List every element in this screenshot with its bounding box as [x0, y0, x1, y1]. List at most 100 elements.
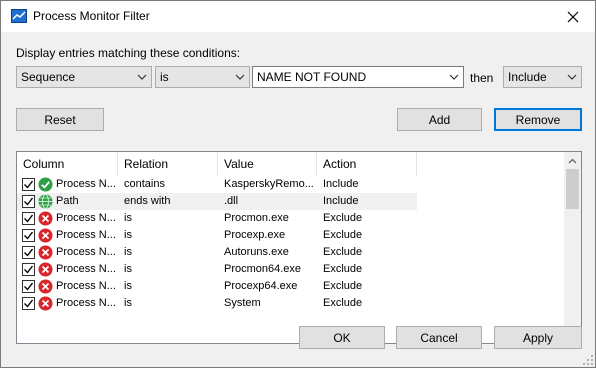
table-row[interactable]: Process N... is Autoruns.exe Exclude [17, 244, 565, 261]
cell-relation: is [124, 246, 132, 258]
conditions-label: Display entries matching these condition… [16, 46, 241, 60]
cell-relation: is [124, 280, 132, 292]
red-x-icon [38, 296, 53, 311]
row-checkbox[interactable] [22, 195, 35, 208]
column-header-column[interactable]: Column [17, 152, 118, 176]
filter-list[interactable]: Column Relation Value Action Process N..… [16, 151, 582, 344]
cell-action: Exclude [323, 280, 363, 292]
checkmark-icon [24, 197, 34, 206]
chevron-down-icon [137, 74, 147, 80]
add-button[interactable]: Add [397, 108, 482, 131]
value-combobox[interactable]: NAME NOT FOUND [252, 66, 464, 88]
checkmark-icon [24, 282, 34, 291]
column-select-value: Sequence [21, 70, 76, 84]
resize-grip-icon[interactable] [583, 355, 593, 365]
cell-value: Procexp.exe [224, 229, 286, 241]
row-checkbox[interactable] [22, 263, 35, 276]
red-x-icon [38, 262, 53, 277]
row-checkbox[interactable] [22, 280, 35, 293]
cell-action: Exclude [323, 212, 363, 224]
column-header-action[interactable]: Action [317, 152, 417, 176]
table-row[interactable]: Process N... contains KasperskyRemo... I… [17, 176, 565, 193]
cell-relation: is [124, 212, 132, 224]
table-row[interactable]: Process N... is Procmon.exe Exclude [17, 210, 565, 227]
green-check-icon [38, 177, 53, 192]
relation-select-value: is [160, 70, 169, 84]
cell-relation: is [124, 263, 132, 275]
close-icon [567, 11, 579, 22]
cell-column: Process N... [56, 246, 116, 258]
filter-dialog: Process Monitor Filter Display entries m… [0, 0, 596, 368]
checkmark-icon [24, 231, 34, 240]
cell-action: Include [323, 178, 359, 190]
cell-column: Process N... [56, 280, 116, 292]
cell-relation: contains [124, 178, 165, 190]
remove-button[interactable]: Remove [494, 108, 582, 131]
cell-action: Exclude [323, 263, 363, 275]
row-checkbox[interactable] [22, 212, 35, 225]
checkmark-icon [24, 265, 34, 274]
action-select[interactable]: Include [503, 66, 582, 88]
red-x-icon [38, 279, 53, 294]
window-title: Process Monitor Filter [33, 9, 150, 23]
close-button[interactable] [551, 1, 595, 32]
ok-button[interactable]: OK [299, 326, 385, 349]
cell-relation: ends with [124, 195, 171, 207]
cell-value: .dll [224, 195, 239, 207]
cell-value: Procexp64.exe [224, 280, 298, 292]
vertical-scrollbar[interactable] [564, 152, 581, 343]
column-header-value[interactable]: Value [218, 152, 317, 176]
green-globe-icon [38, 194, 53, 209]
cell-column: Process N... [56, 229, 116, 241]
chevron-down-icon [567, 74, 577, 80]
column-header-relation[interactable]: Relation [118, 152, 218, 176]
row-checkbox[interactable] [22, 246, 35, 259]
title-bar: Process Monitor Filter [1, 1, 595, 32]
table-row[interactable]: Process N... is Procexp64.exe Exclude [17, 278, 565, 295]
cell-value: KasperskyRemo... [224, 178, 314, 190]
process-monitor-icon [11, 9, 27, 23]
red-x-icon [38, 245, 53, 260]
action-select-value: Include [508, 70, 547, 84]
cell-column: Path [56, 195, 79, 207]
table-row[interactable]: Process N... is Procexp.exe Exclude [17, 227, 565, 244]
cell-column: Process N... [56, 263, 116, 275]
then-label: then [470, 71, 494, 85]
cell-action: Include [323, 195, 359, 207]
cell-relation: is [124, 229, 132, 241]
cell-value: System [224, 297, 261, 309]
table-row[interactable]: Process N... is System Exclude [17, 295, 565, 312]
table-row[interactable]: Path ends with .dll Include [17, 193, 565, 210]
list-header: Column Relation Value Action [17, 152, 565, 176]
cell-column: Process N... [56, 178, 116, 190]
column-select[interactable]: Sequence [16, 66, 152, 88]
checkmark-icon [24, 214, 34, 223]
red-x-icon [38, 211, 53, 226]
cell-value: Procmon.exe [224, 212, 289, 224]
cell-relation: is [124, 297, 132, 309]
checkmark-icon [24, 180, 34, 189]
row-checkbox[interactable] [22, 229, 35, 242]
cell-column: Process N... [56, 212, 116, 224]
row-checkbox[interactable] [22, 178, 35, 191]
chevron-up-icon [568, 158, 577, 163]
cell-action: Exclude [323, 229, 363, 241]
cancel-button[interactable]: Cancel [396, 326, 482, 349]
cell-value: Autoruns.exe [224, 246, 289, 258]
value-combobox-text[interactable]: NAME NOT FOUND [257, 70, 366, 84]
dialog-body: Display entries matching these condition… [1, 32, 595, 367]
cell-action: Exclude [323, 297, 363, 309]
cell-column: Process N... [56, 297, 116, 309]
cell-action: Exclude [323, 246, 363, 258]
reset-button[interactable]: Reset [16, 108, 104, 131]
table-row[interactable]: Process N... is Procmon64.exe Exclude [17, 261, 565, 278]
row-checkbox[interactable] [22, 297, 35, 310]
scrollbar-thumb[interactable] [566, 169, 579, 209]
relation-select[interactable]: is [155, 66, 250, 88]
apply-button[interactable]: Apply [494, 326, 582, 349]
scroll-up-button[interactable] [564, 152, 581, 169]
checkmark-icon [24, 248, 34, 257]
red-x-icon [38, 228, 53, 243]
chevron-down-icon [235, 74, 245, 80]
cell-value: Procmon64.exe [224, 263, 302, 275]
